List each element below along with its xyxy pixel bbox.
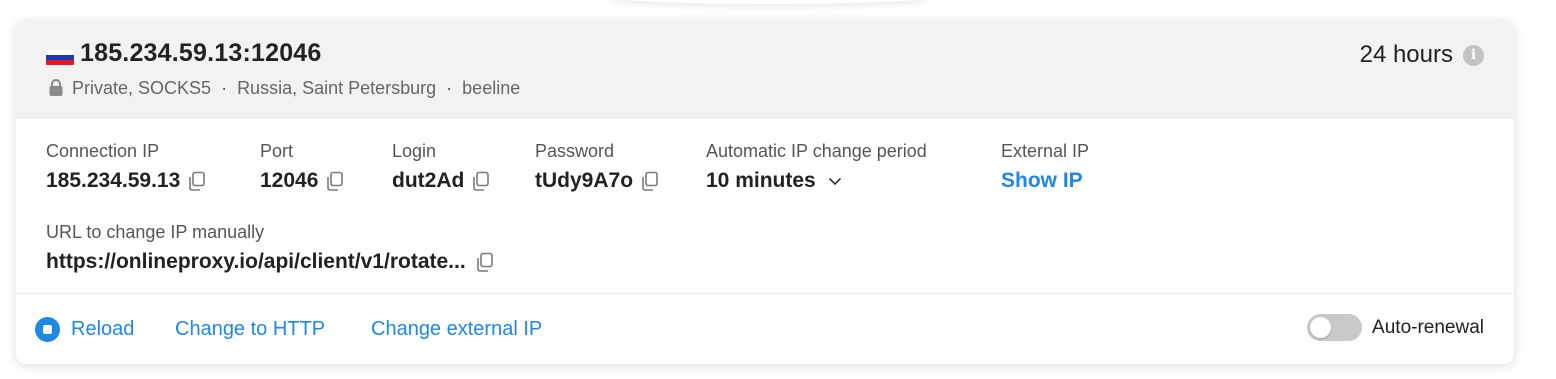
reload-label: Reload [71,317,135,340]
auto-renewal-label: Auto-renewal [1372,316,1484,338]
copy-icon[interactable] [472,171,490,192]
field-label: Login [392,141,437,161]
proxy-location: Russia, Saint Petersburg [237,77,437,98]
field-label: Connection IP [46,141,160,161]
change-external-ip-button[interactable]: Change external IP [371,317,542,341]
proxy-type: Private, SOCKS5 [72,77,212,98]
lock-icon [49,79,63,96]
port-value: 12046 [260,169,319,192]
ip-change-period-value: 10 minutes [706,169,816,192]
field-change-url: URL to change IP manually https://online… [46,221,494,275]
ip-change-period-select[interactable]: 10 minutes [706,168,927,194]
show-ip-link[interactable]: Show IP [1001,169,1083,193]
connection-ip-value: 185.234.59.13 [46,169,181,192]
copy-icon[interactable] [641,171,659,192]
toggle-knob [1310,317,1332,338]
field-label: Password [535,141,615,161]
proxy-address: 185.234.59.13:12046 [80,39,322,67]
chevron-down-icon [828,177,841,185]
rental-duration: 24 hours i [1360,41,1484,69]
separator-dot: · [446,77,453,98]
change-to-http-label: Change to HTTP [175,317,326,340]
field-connection-ip: Connection IP 185.234.59.13 [46,140,206,194]
copy-icon[interactable] [476,252,494,273]
footer-divider [16,293,1514,294]
flag-russia-icon [46,50,74,65]
field-label: URL to change IP manually [46,222,265,242]
separator-dot: · [221,77,228,98]
duration-label: 24 hours [1359,41,1453,68]
field-port: Port 12046 [260,140,344,194]
auto-renewal-control: Auto-renewal [1307,314,1484,341]
proxy-meta: Private, SOCKS5 · Russia, Saint Petersbu… [47,77,520,99]
copy-icon[interactable] [188,171,206,192]
proxy-card-header: 185.234.59.13:12046 Private, SOCKS5 · Ru… [16,20,1514,119]
proxy-operator: beeline [462,77,521,98]
change-to-http-button[interactable]: Change to HTTP [175,317,325,341]
field-password: Password tUdy9A7o [535,140,659,194]
field-label: Port [260,141,294,161]
change-url-value: https://onlineproxy.io/api/client/v1/rot… [46,250,466,273]
info-icon[interactable]: i [1463,44,1484,66]
reload-button[interactable]: Reload [35,316,135,342]
reload-icon [35,316,60,342]
login-value: dut2Ad [392,169,465,192]
background-shadow [610,0,930,4]
password-value: tUdy9A7o [535,169,634,192]
field-external-ip: External IP Show IP [1001,140,1089,194]
auto-renewal-toggle[interactable] [1307,314,1363,341]
change-external-ip-label: Change external IP [371,317,543,340]
field-label: Automatic IP change period [706,141,927,161]
proxy-card: 185.234.59.13:12046 Private, SOCKS5 · Ru… [16,20,1514,364]
field-login: Login dut2Ad [392,140,490,194]
field-label: External IP [1001,141,1090,161]
copy-icon[interactable] [326,171,344,192]
field-ip-change-period: Automatic IP change period 10 minutes [706,140,927,194]
